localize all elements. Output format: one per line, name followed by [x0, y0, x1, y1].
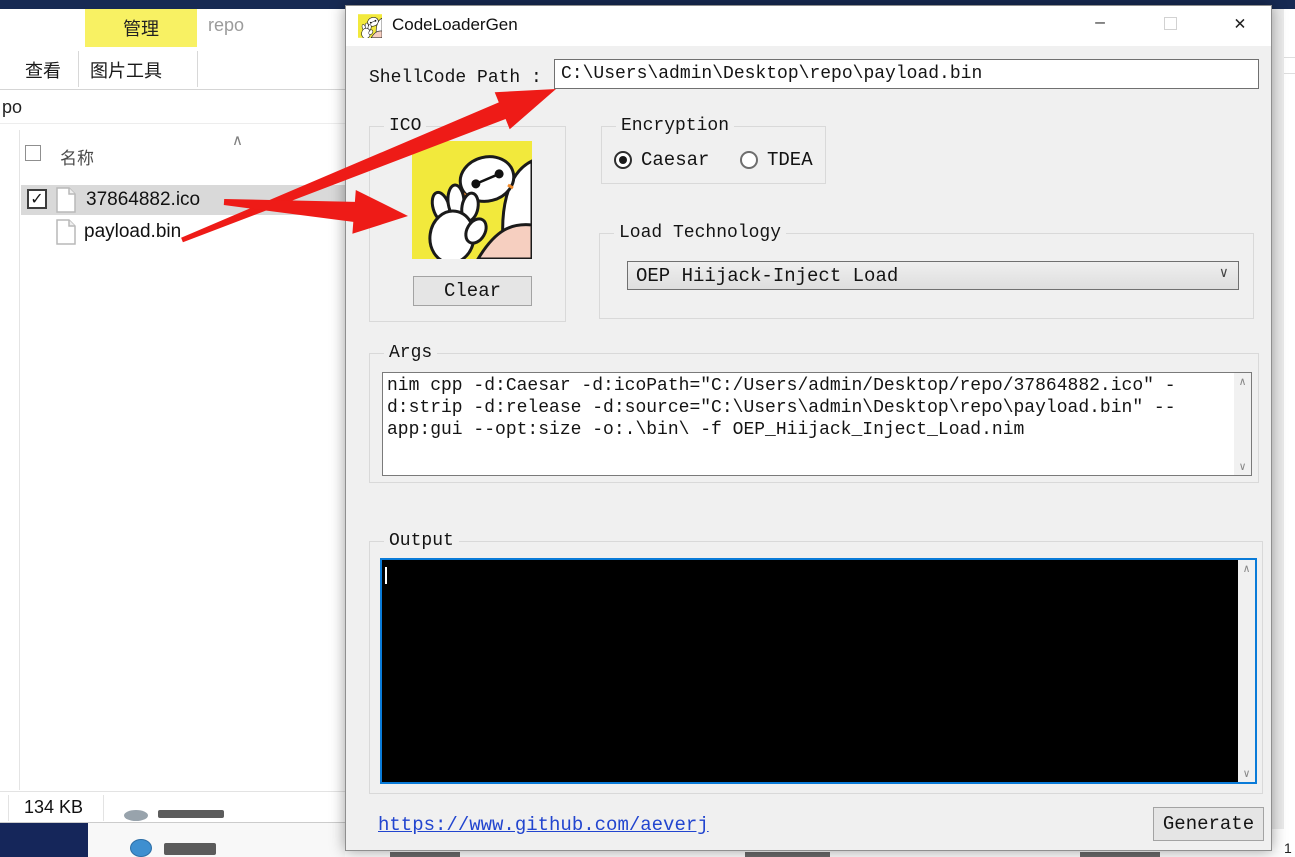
output-scrollbar[interactable]: ∧ ∨	[1238, 560, 1255, 782]
table-row[interactable]: payload.bin	[21, 217, 345, 247]
scroll-up-icon[interactable]: ∧	[1238, 560, 1255, 577]
ribbon-separator	[78, 51, 79, 87]
args-text: nim cpp -d:Caesar -d:icoPath=″C:/Users/a…	[387, 376, 1176, 440]
encryption-group-label: Encryption	[616, 116, 735, 136]
statusbar-separator	[8, 795, 9, 821]
output-group-label: Output	[384, 531, 459, 551]
close-button[interactable]: ✕	[1218, 6, 1262, 40]
background-item-icon	[124, 810, 148, 821]
background-right-substrip	[1272, 9, 1284, 829]
row-checkbox-checked[interactable]: ✓	[27, 189, 47, 209]
args-scrollbar[interactable]: ∧ ∨	[1234, 373, 1251, 475]
background-line	[1284, 57, 1295, 58]
file-name-bin[interactable]: payload.bin	[84, 221, 181, 243]
ribbon-separator	[197, 51, 198, 87]
table-row[interactable]: ✓ 37864882.ico	[21, 185, 345, 215]
chevron-down-icon: ∨	[1219, 266, 1228, 282]
github-link[interactable]: https://www.github.com/aeverj	[378, 814, 709, 836]
explorer-window: 管理 repo 查看 图片工具 po 名称 ∧ ✓ 37864882.ico p…	[0, 9, 345, 823]
ribbon-tab-picture-tools[interactable]: 图片工具	[90, 57, 162, 83]
load-technology-dropdown[interactable]: OEP Hiijack-Inject Load ∨	[627, 261, 1239, 290]
ribbon-divider	[0, 89, 345, 90]
shellcode-path-input[interactable]	[554, 59, 1259, 89]
background-list-sliver	[345, 851, 1295, 857]
radio-tdea-label[interactable]: TDEA	[767, 149, 813, 171]
file-icon	[56, 187, 76, 213]
background-window-area	[88, 822, 345, 857]
radio-caesar[interactable]	[614, 151, 632, 169]
dialog-titlebar[interactable]: CodeLoaderGen — ✕	[346, 6, 1271, 46]
load-technology-group-label: Load Technology	[614, 223, 787, 243]
background-item-text	[164, 843, 216, 855]
radio-caesar-label[interactable]: Caesar	[641, 149, 709, 171]
ico-preview-image	[412, 141, 532, 259]
ribbon-tab-manage[interactable]: 管理	[85, 9, 197, 47]
ribbon-tab-view[interactable]: 查看	[25, 57, 61, 83]
text-caret	[385, 567, 387, 584]
scroll-down-icon[interactable]: ∨	[1238, 765, 1255, 782]
generate-button[interactable]: Generate	[1153, 807, 1264, 841]
args-group: Args nim cpp -d:Caesar -d:icoPath=″C:/Us…	[369, 343, 1259, 483]
sort-ascending-icon[interactable]: ∧	[232, 131, 243, 149]
maximize-button	[1148, 6, 1192, 40]
args-group-label: Args	[384, 343, 438, 363]
file-name-ico[interactable]: 37864882.ico	[86, 189, 200, 211]
background-line	[1284, 73, 1295, 74]
app-icon	[358, 14, 382, 38]
clear-button[interactable]: Clear	[413, 276, 532, 306]
shellcode-path-label: ShellCode Path :	[369, 68, 542, 88]
maximize-icon	[1163, 16, 1177, 30]
minimize-button[interactable]: —	[1078, 6, 1122, 40]
file-icon	[56, 219, 76, 245]
background-item-text	[158, 810, 224, 818]
background-text-fragment: 1	[1284, 840, 1292, 856]
scroll-down-icon[interactable]: ∨	[1234, 458, 1251, 475]
select-all-checkbox[interactable]	[25, 145, 41, 161]
status-file-size: 134 KB	[24, 797, 84, 817]
address-divider	[0, 123, 345, 124]
radio-tdea[interactable]	[740, 151, 758, 169]
load-technology-selected: OEP Hiijack-Inject Load	[636, 264, 899, 287]
scroll-up-icon[interactable]: ∧	[1234, 373, 1251, 390]
background-navy-window	[0, 823, 88, 857]
breadcrumb[interactable]: po	[2, 97, 22, 118]
codeloadergen-dialog: CodeLoaderGen — ✕ ShellCode Path : ICO	[345, 5, 1272, 851]
statusbar-separator	[103, 795, 104, 821]
output-console[interactable]: ∧ ∨	[380, 558, 1257, 784]
page-title: CodeLoaderGen	[392, 15, 518, 34]
output-group: Output ∧ ∨	[369, 531, 1263, 794]
load-technology-group: Load Technology OEP Hiijack-Inject Load …	[599, 223, 1254, 319]
ico-group-label: ICO	[384, 116, 427, 136]
encryption-group: Encryption Caesar TDEA	[601, 116, 826, 184]
globe-icon	[130, 839, 152, 857]
radio-selected-dot	[619, 156, 627, 164]
statusbar-divider	[0, 791, 345, 792]
ico-group: ICO Clear	[369, 116, 566, 322]
column-header-name[interactable]: 名称	[60, 144, 94, 169]
args-textarea[interactable]: nim cpp -d:Caesar -d:icoPath=″C:/Users/a…	[382, 372, 1252, 476]
pane-separator	[19, 130, 20, 790]
explorer-window-title: repo	[208, 15, 245, 35]
